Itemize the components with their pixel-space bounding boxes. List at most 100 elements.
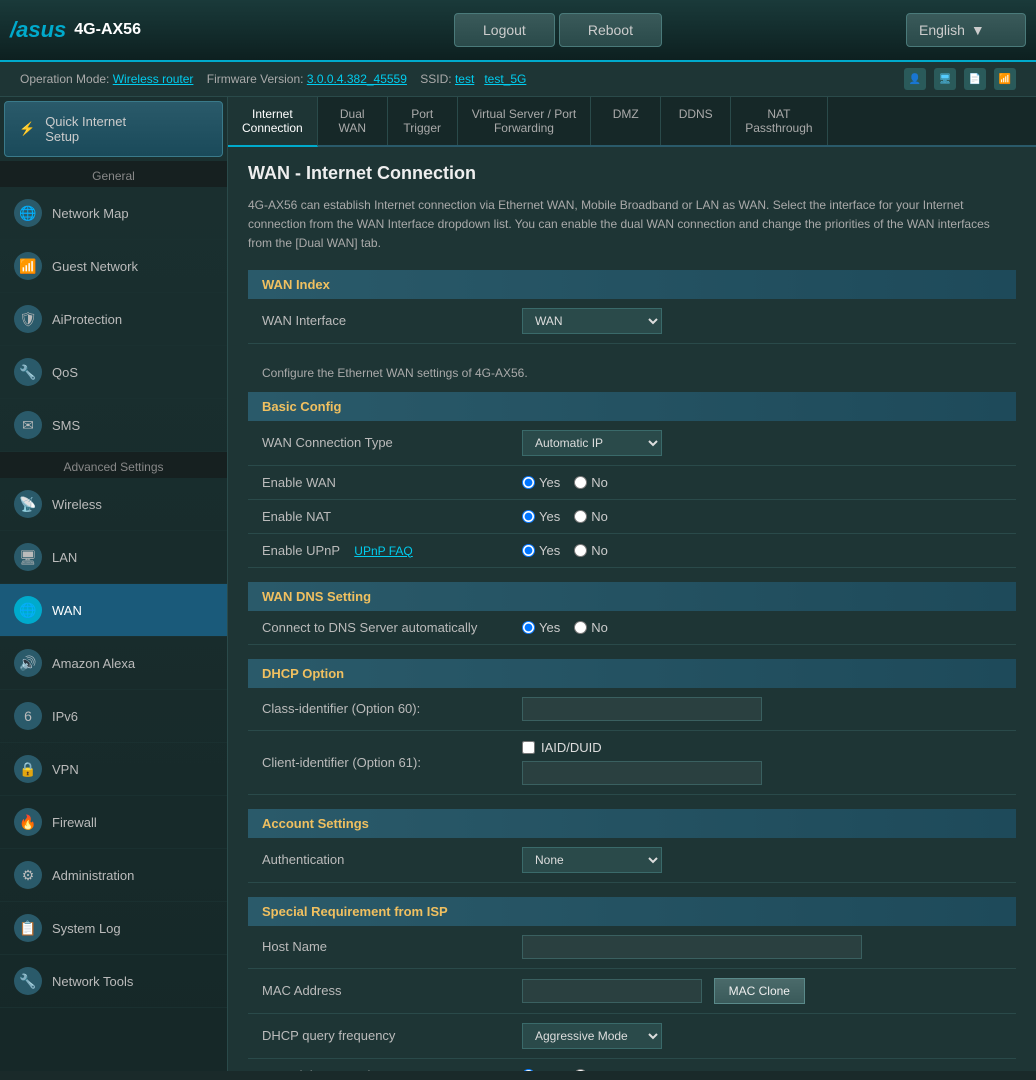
general-section-label: General (0, 161, 227, 187)
tab-ddns[interactable]: DDNS (661, 97, 731, 145)
enable-nat-no-radio[interactable] (574, 510, 587, 523)
enable-nat-yes-radio[interactable] (522, 510, 535, 523)
enable-upnp-no-radio[interactable] (574, 544, 587, 557)
sidebar-item-qos[interactable]: 🔧 QoS (0, 346, 227, 399)
table-row: Authentication None (248, 838, 1016, 883)
tab-dual-wan[interactable]: DualWAN (318, 97, 388, 145)
enable-wan-yes-label[interactable]: Yes (522, 475, 560, 490)
connect-dns-no-radio[interactable] (574, 621, 587, 634)
enable-upnp-radio-cell: Yes No (508, 533, 1016, 567)
enable-upnp-yes-radio[interactable] (522, 544, 535, 557)
table-row: WAN Interface WAN (248, 299, 1016, 344)
sidebar-item-ipv6[interactable]: 6 IPv6 (0, 690, 227, 743)
enable-upnp-no-label[interactable]: No (574, 543, 608, 558)
tab-dmz[interactable]: DMZ (591, 97, 661, 145)
lan-icon: 🖥 (14, 543, 42, 571)
ssid-value2[interactable]: test_5G (484, 72, 526, 86)
enable-nat-cell: Yes No (508, 499, 1016, 533)
reboot-button[interactable]: Reboot (559, 13, 662, 47)
iaid-duid-checkbox[interactable] (522, 741, 535, 754)
sidebar-item-wan[interactable]: 🌐 WAN (0, 584, 227, 637)
sidebar-item-network-map[interactable]: 🌐 Network Map (0, 187, 227, 240)
sidebar-item-amazon-alexa[interactable]: 🔊 Amazon Alexa (0, 637, 227, 690)
wan-interface-select[interactable]: WAN (522, 308, 662, 334)
sidebar-ipv6-label: IPv6 (52, 709, 78, 724)
tab-port-trigger[interactable]: PortTrigger (388, 97, 458, 145)
table-row: DHCP query frequency Aggressive Mode (248, 1013, 1016, 1058)
quick-internet-setup[interactable]: ⚡ Quick InternetSetup (4, 101, 223, 157)
sidebar-aiprotection-label: AiProtection (52, 312, 122, 327)
extend-ttl-no-radio[interactable] (574, 1069, 587, 1071)
dhcp-option-header: DHCP Option (248, 659, 1016, 688)
dhcp-freq-select[interactable]: Aggressive Mode (522, 1023, 662, 1049)
upnp-faq-link[interactable]: UPnP FAQ (354, 544, 412, 558)
extend-ttl-no-label[interactable]: No (574, 1068, 608, 1071)
mac-clone-button[interactable]: MAC Clone (714, 978, 805, 1004)
enable-wan-no-radio[interactable] (574, 476, 587, 489)
host-name-cell (508, 926, 1016, 969)
table-row: Connect to DNS Server automatically Yes … (248, 611, 1016, 645)
sidebar-item-network-tools[interactable]: 🔧 Network Tools (0, 955, 227, 1008)
client-id-label: Client-identifier (Option 61): (248, 730, 508, 794)
enable-upnp-radio-group: Yes No (522, 543, 1002, 558)
sidebar-item-wireless[interactable]: 📡 Wireless (0, 478, 227, 531)
sidebar-item-firewall[interactable]: 🔥 Firewall (0, 796, 227, 849)
doc-icon: 📄 (964, 68, 986, 90)
tab-nat-passthrough[interactable]: NATPassthrough (731, 97, 827, 145)
sidebar-wan-label: WAN (52, 603, 82, 618)
logout-button[interactable]: Logout (454, 13, 555, 47)
app-header: /asus 4G-AX56 Logout Reboot English ▼ (0, 0, 1036, 62)
connect-dns-yes-radio[interactable] (522, 621, 535, 634)
ipv6-icon: 6 (14, 702, 42, 730)
extend-ttl-yes-radio[interactable] (522, 1069, 535, 1071)
op-mode-value[interactable]: Wireless router (113, 72, 194, 86)
extend-ttl-yes-label[interactable]: Yes (522, 1068, 560, 1071)
connect-dns-yes-label[interactable]: Yes (522, 620, 560, 635)
sidebar-item-administration[interactable]: ⚙ Administration (0, 849, 227, 902)
amazon-alexa-icon: 🔊 (14, 649, 42, 677)
class-id-input[interactable] (522, 697, 762, 721)
enable-wan-yes-radio[interactable] (522, 476, 535, 489)
table-row: Host Name (248, 926, 1016, 969)
client-id-input[interactable] (522, 761, 762, 785)
wan-interface-cell: WAN (508, 299, 1016, 344)
enable-wan-no-label[interactable]: No (574, 475, 608, 490)
auth-select[interactable]: None (522, 847, 662, 873)
table-row: Enable UPnP UPnP FAQ Yes No (248, 533, 1016, 567)
signal-icon: 📶 (994, 68, 1016, 90)
administration-icon: ⚙ (14, 861, 42, 889)
sidebar-item-system-log[interactable]: 📋 System Log (0, 902, 227, 955)
table-row: Extend the TTL value Yes No (248, 1058, 1016, 1071)
host-name-input[interactable] (522, 935, 862, 959)
connect-dns-cell: Yes No (508, 611, 1016, 645)
tab-virtual-server[interactable]: Virtual Server / PortForwarding (458, 97, 591, 145)
extend-ttl-label: Extend the TTL value (248, 1058, 508, 1071)
basic-config-table: WAN Connection Type Automatic IP Enable … (248, 421, 1016, 568)
wan-interface-label: WAN Interface (248, 299, 508, 344)
logo-area: /asus 4G-AX56 (10, 17, 210, 43)
sidebar-item-lan[interactable]: 🖥 LAN (0, 531, 227, 584)
sidebar-vpn-label: VPN (52, 762, 79, 777)
sidebar-item-vpn[interactable]: 🔒 VPN (0, 743, 227, 796)
firmware-value[interactable]: 3.0.0.4.382_45559 (307, 72, 407, 86)
firmware-label: Firmware Version: (207, 72, 304, 86)
status-bar: Operation Mode: Wireless router Firmware… (0, 62, 1036, 97)
sidebar-item-guest-network[interactable]: 📶 Guest Network (0, 240, 227, 293)
mac-address-input[interactable] (522, 979, 702, 1003)
sidebar-item-aiprotection[interactable]: 🛡 AiProtection (0, 293, 227, 346)
enable-upnp-label: Enable UPnP (262, 543, 340, 558)
wan-connection-type-select[interactable]: Automatic IP (522, 430, 662, 456)
sidebar-sms-label: SMS (52, 418, 80, 433)
connect-dns-no-label[interactable]: No (574, 620, 608, 635)
enable-nat-yes-label[interactable]: Yes (522, 509, 560, 524)
tab-internet-connection[interactable]: InternetConnection (228, 97, 318, 147)
class-id-label: Class-identifier (Option 60): (248, 688, 508, 731)
sidebar-item-sms[interactable]: ✉ SMS (0, 399, 227, 452)
enable-upnp-yes-label[interactable]: Yes (522, 543, 560, 558)
language-selector[interactable]: English ▼ (906, 13, 1026, 47)
enable-nat-no-label[interactable]: No (574, 509, 608, 524)
ssid-value1[interactable]: test (455, 72, 474, 86)
op-mode-label: Operation Mode: (20, 72, 109, 86)
enable-wan-label: Enable WAN (248, 465, 508, 499)
main-layout: ⚡ Quick InternetSetup General 🌐 Network … (0, 97, 1036, 1071)
